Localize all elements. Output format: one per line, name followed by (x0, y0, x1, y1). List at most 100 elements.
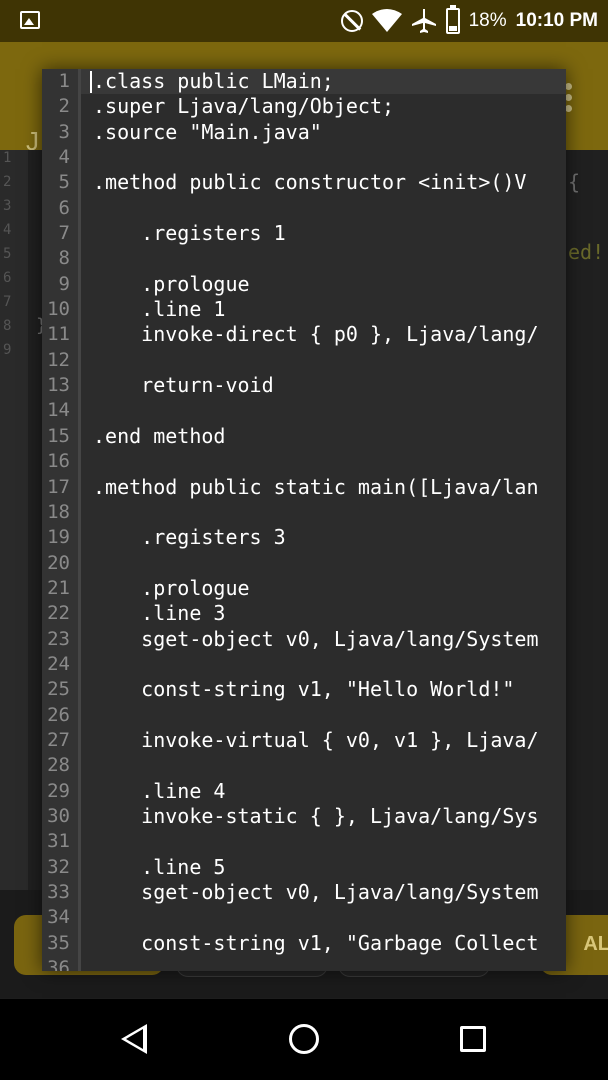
back-icon[interactable] (121, 1024, 147, 1054)
line-number: 32 (47, 855, 70, 878)
code-text[interactable]: .class public LMain; .super Ljava/lang/Ob… (93, 69, 539, 971)
line-number: 24 (47, 652, 70, 675)
battery-percent: 18% (468, 10, 507, 31)
code-line[interactable]: .method public constructor <init>()V (93, 170, 539, 195)
code-line[interactable]: .line 4 (93, 779, 539, 804)
status-indicators: 18% 10:10 PM (340, 0, 598, 42)
code-line[interactable]: invoke-virtual { v0, v1 }, Ljava/ (93, 728, 538, 753)
line-number: 23 (47, 627, 70, 650)
do-not-disturb-icon (340, 10, 363, 32)
code-line[interactable] (93, 398, 539, 423)
code-line[interactable]: .prologue (93, 272, 539, 297)
code-line[interactable]: .method public static main([Ljava/lan (93, 475, 539, 500)
line-numbers: 1 2 3 4 5 6 7 8 9 10 11 12 13 14 15 16 17 18 19 20 21 22 23 24 2… (42, 69, 78, 971)
line-number: 18 (47, 500, 70, 523)
line-number: 28 (47, 754, 70, 777)
code-line[interactable] (93, 753, 539, 778)
code-line[interactable]: .registers 3 (93, 525, 539, 550)
code-line[interactable]: .line 3 (93, 601, 539, 626)
code-line[interactable] (93, 196, 539, 221)
status-bar: 18% 10:10 PM (0, 0, 608, 42)
code-line[interactable]: invoke-direct { p0 }, Ljava/lang/ (93, 322, 538, 347)
code-line[interactable] (93, 449, 539, 474)
line-number: 35 (47, 931, 70, 954)
code-line[interactable]: .line 1 (93, 297, 539, 322)
line-number: 14 (47, 399, 70, 422)
bg-line-number: 5 (3, 246, 12, 262)
code-line[interactable] (93, 905, 539, 930)
line-number: 33 (47, 881, 70, 903)
background-line-gutter: 1 2 3 4 5 6 7 8 9 (0, 150, 28, 890)
code-line[interactable]: .registers 1 (93, 221, 539, 246)
line-number: 6 (58, 196, 70, 219)
line-number: 16 (47, 450, 70, 473)
clock: 10:10 PM (515, 10, 598, 31)
line-number: 22 (47, 602, 70, 625)
bg-line-number: 3 (3, 198, 12, 214)
line-number: 2 (58, 95, 70, 118)
bg-line-number: 7 (3, 294, 12, 310)
bg-line-number: 4 (3, 222, 12, 238)
code-line[interactable]: sget-object v0, Ljava/lang/System (93, 880, 538, 905)
overflow-menu-icon[interactable] (565, 83, 573, 113)
line-number: 11 (47, 323, 70, 346)
code-line[interactable] (93, 652, 539, 677)
code-line[interactable] (93, 956, 539, 971)
line-number: 27 (47, 728, 70, 751)
code-line[interactable]: const-string v1, "Garbage Collect (93, 931, 538, 956)
line-number: 34 (47, 906, 70, 929)
wifi-icon (371, 9, 402, 32)
bg-line-number: 2 (3, 174, 12, 190)
line-number: 30 (47, 804, 70, 827)
airplane-mode-icon (411, 9, 436, 33)
code-line[interactable] (93, 348, 539, 373)
code-line[interactable]: .super Ljava/lang/Object; (93, 94, 539, 119)
line-number: 25 (47, 678, 70, 701)
line-number: 31 (47, 830, 70, 853)
line-number: 8 (58, 247, 70, 270)
code-line[interactable] (93, 551, 539, 576)
recents-icon[interactable] (460, 1026, 486, 1052)
code-line[interactable] (93, 703, 539, 728)
line-number: 4 (58, 146, 70, 169)
line-number: 20 (47, 551, 70, 574)
code-line[interactable]: return-void (93, 373, 539, 398)
line-number: 3 (58, 120, 70, 143)
code-line[interactable]: sget-object v0, Ljava/lang/System (93, 627, 538, 652)
code-line[interactable]: .source "Main.java" (93, 120, 539, 145)
code-line[interactable]: .end method (93, 424, 539, 449)
line-number: 1 (58, 70, 70, 92)
code-line[interactable] (93, 500, 539, 525)
code-line[interactable]: invoke-static { }, Ljava/lang/Sys (93, 804, 538, 829)
background-button-label: AL (583, 933, 608, 955)
line-number: 13 (47, 374, 70, 397)
smali-code-viewer[interactable]: 1 2 3 4 5 6 7 8 9 10 11 12 13 14 15 16 17 18 19 20 21 22 23 24 2… (42, 69, 566, 971)
code-line[interactable]: .prologue (93, 576, 539, 601)
line-number: 36 (47, 957, 70, 971)
line-number: 5 (58, 171, 70, 194)
code-line[interactable] (93, 145, 539, 170)
bg-line-number: 1 (3, 150, 12, 166)
line-number: 12 (47, 348, 70, 371)
bg-line-number: 6 (3, 270, 12, 286)
line-number: 15 (47, 424, 70, 447)
bg-line-number: 8 (3, 318, 12, 334)
line-number: 10 (47, 298, 70, 321)
code-line[interactable] (93, 246, 539, 271)
line-number: 19 (47, 526, 70, 549)
gallery-icon (20, 11, 40, 29)
code-line[interactable]: .class public LMain; (93, 69, 539, 94)
code-line[interactable]: .line 5 (93, 855, 539, 880)
background-code-fragment: { (568, 170, 581, 194)
text-cursor (90, 71, 92, 93)
background-code-fragment: ed! (568, 240, 605, 264)
code-line[interactable]: const-string v1, "Hello World!" (93, 677, 539, 702)
bg-line-number: 9 (3, 342, 12, 358)
code-line[interactable] (93, 829, 539, 854)
line-number: 29 (47, 779, 70, 802)
battery-icon (445, 5, 460, 34)
line-number: 21 (47, 576, 70, 599)
line-number: 7 (58, 222, 70, 245)
home-icon[interactable] (289, 1024, 319, 1054)
line-number: 17 (47, 475, 70, 498)
